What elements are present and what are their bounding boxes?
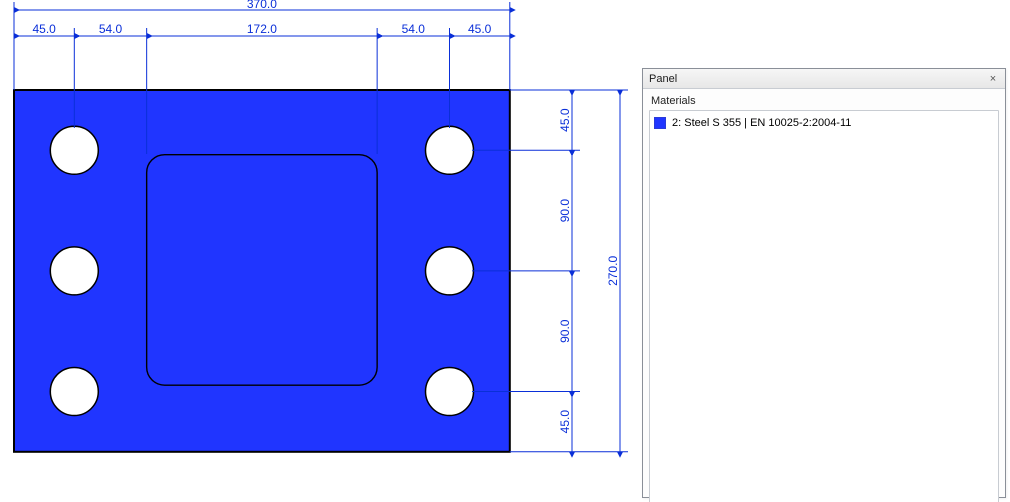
materials-section-label: Materials (651, 95, 999, 107)
dim-right-gap-top: 90.0 (558, 199, 572, 223)
dim-right-bottom-edge: 45.0 (558, 410, 572, 434)
material-swatch (654, 117, 666, 129)
dim-top-center: 172.0 (247, 22, 277, 36)
dim-right-gap-bottom: 90.0 (558, 319, 572, 343)
dim-top-gap-right: 54.0 (402, 22, 426, 36)
materials-panel: Panel × Materials 2: Steel S 355 | EN 10… (642, 68, 1006, 498)
dim-right-top-edge: 45.0 (558, 108, 572, 132)
materials-list[interactable]: 2: Steel S 355 | EN 10025-2:2004-11 (649, 110, 999, 502)
dim-top-left-edge: 45.0 (32, 22, 56, 36)
panel-header[interactable]: Panel × (643, 69, 1005, 89)
close-icon[interactable]: × (985, 73, 1001, 85)
engineering-drawing: 370.0 45.0 54.0 172.0 54.0 45.0 (0, 0, 640, 502)
dim-overall-width: 370.0 (247, 0, 277, 11)
dim-top-gap-left: 54.0 (99, 22, 123, 36)
dim-overall-height: 270.0 (606, 256, 620, 286)
material-item[interactable]: 2: Steel S 355 | EN 10025-2:2004-11 (654, 115, 994, 131)
material-label: 2: Steel S 355 | EN 10025-2:2004-11 (672, 117, 851, 129)
top-dimension-texts: 370.0 45.0 54.0 172.0 54.0 45.0 (32, 0, 491, 36)
dim-top-right-edge: 45.0 (468, 22, 492, 36)
panel-title: Panel (649, 73, 985, 85)
